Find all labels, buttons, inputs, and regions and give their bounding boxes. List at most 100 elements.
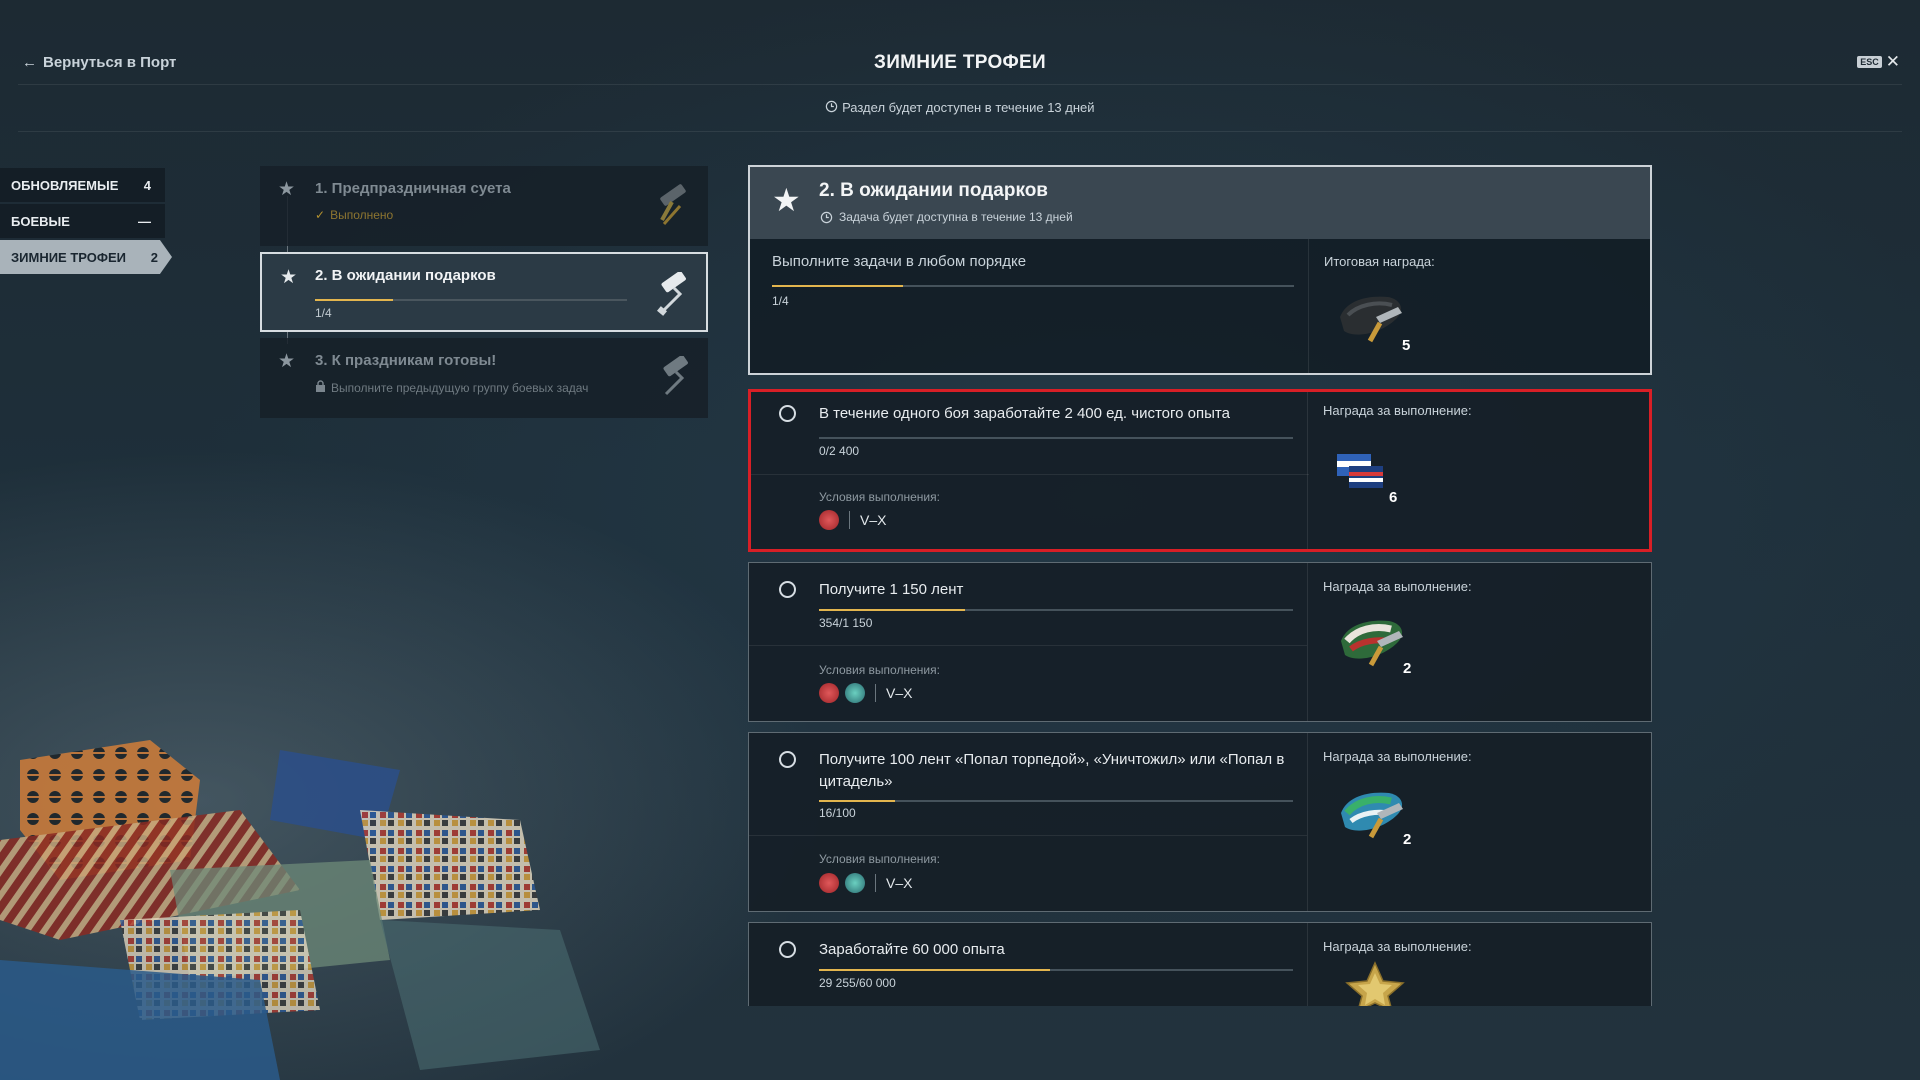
- divider: [1307, 733, 1308, 911]
- quest-detail-panel: ★ 2. В ожидании подарков Задача будет до…: [748, 165, 1652, 1006]
- star-icon: ★: [278, 351, 296, 372]
- sidebar-item-combat[interactable]: БОЕВЫЕ —: [0, 204, 165, 238]
- final-reward-count: 5: [1402, 337, 1411, 354]
- availability-text: Раздел будет доступен в течение 13 дней: [842, 100, 1095, 116]
- category-sidebar: ОБНОВЛЯЕМЫЕ 4 БОЕВЫЕ — ЗИМНИЕ ТРОФЕИ 2: [0, 168, 172, 276]
- star-icon: ★: [280, 267, 298, 288]
- task-progress-count: 0/2 400: [819, 444, 860, 458]
- nation-flag-icon: [845, 683, 865, 703]
- task-reward-count: 6: [1389, 489, 1398, 506]
- section-availability: Раздел будет доступен в течение 13 дней: [0, 99, 1920, 116]
- divider: [18, 131, 1902, 132]
- nation-flag-icon: [845, 873, 865, 893]
- sidebar-item-winter-trophies[interactable]: ЗИМНИЕ ТРОФЕИ 2: [0, 240, 172, 274]
- star-icon: ★: [772, 182, 801, 218]
- paint-roller-icon: [657, 272, 686, 316]
- task-reward-count: 2: [1403, 831, 1412, 848]
- task-progress-fill: [819, 800, 895, 802]
- task-progress-bar: [819, 609, 1293, 611]
- quest-status-text: Выполните предыдущую группу боевых задач: [331, 380, 589, 395]
- esc-key-badge: ESC: [1857, 55, 1882, 68]
- quest-status: ✓ Выполнено: [315, 208, 393, 222]
- gift-boxes-illustration: [0, 740, 600, 1080]
- final-reward-label: Итоговая награда:: [1324, 254, 1435, 269]
- task-progress-count: 29 255/60 000: [819, 976, 896, 990]
- paint-roller-icon: [663, 356, 688, 396]
- task-reward-count: 2: [1403, 660, 1412, 677]
- lock-icon: [315, 380, 326, 395]
- sidebar-item-updatable[interactable]: ОБНОВЛЯЕМЫЕ 4: [0, 168, 165, 202]
- sidebar-item-count: —: [138, 213, 151, 229]
- task-reward-label: Награда за выполнение:: [1323, 749, 1472, 764]
- task-radio[interactable]: [779, 581, 796, 598]
- clock-icon: [825, 100, 842, 116]
- task-reward-label: Награда за выполнение:: [1323, 403, 1472, 418]
- task-progress-fill: [819, 609, 965, 611]
- sidebar-item-count: 4: [143, 177, 151, 193]
- divider: [875, 874, 876, 892]
- signal-flag-reward-icon[interactable]: [1335, 450, 1395, 498]
- quest-detail-header: ★ 2. В ожидании подарков Задача будет до…: [748, 165, 1652, 375]
- task-card-3[interactable]: Получите 100 лент «Попал торпедой», «Уни…: [748, 732, 1652, 912]
- detail-availability: Задача будет доступна в течение 13 дней: [820, 210, 1073, 224]
- tier-range: V–X: [860, 512, 887, 528]
- divider: [1308, 239, 1309, 373]
- task-card-4[interactable]: Заработайте 60 000 опыта 29 255/60 000 Н…: [748, 922, 1652, 1006]
- task-card-2[interactable]: Получите 1 150 лент 354/1 150 Условия вы…: [748, 562, 1652, 722]
- task-radio[interactable]: [779, 405, 796, 422]
- detail-title: 2. В ожидании подарков: [819, 180, 1048, 201]
- close-icon: ✕: [1885, 52, 1900, 71]
- quest-card-1[interactable]: ★ 1. Предпраздничная суета ✓ Выполнено: [260, 166, 708, 246]
- sidebar-item-label: БОЕВЫЕ: [11, 213, 70, 229]
- tier-range: V–X: [886, 875, 913, 891]
- detail-progress-fill: [772, 285, 903, 287]
- quest-progress-fill: [315, 299, 393, 301]
- task-progress-bar: [819, 800, 1293, 802]
- detail-progress-count: 1/4: [772, 294, 789, 308]
- quest-progress-bar: [315, 299, 627, 301]
- divider: [749, 835, 1307, 836]
- quest-title: 2. В ожидании подарков: [315, 267, 496, 284]
- divider: [1307, 923, 1308, 1006]
- close-button[interactable]: ESC ✕: [1857, 53, 1900, 70]
- divider: [1307, 563, 1308, 721]
- quest-status-text: Выполнено: [330, 208, 394, 222]
- camouflage-reward-icon[interactable]: [1336, 287, 1412, 347]
- task-radio[interactable]: [779, 751, 796, 768]
- quest-title: 3. К праздникам готовы!: [315, 352, 497, 369]
- task-reward-label: Награда за выполнение:: [1323, 579, 1472, 594]
- conditions-label: Условия выполнения:: [819, 852, 940, 866]
- detail-instruction: Выполните задачи в любом порядке: [772, 253, 1027, 270]
- clock-icon: [820, 211, 833, 223]
- divider: [849, 511, 850, 529]
- divider: [875, 684, 876, 702]
- task-title: Заработайте 60 000 опыта: [819, 941, 1005, 958]
- header-band: [750, 167, 1650, 239]
- task-progress-fill: [819, 969, 1051, 971]
- star-icon: ★: [278, 179, 296, 200]
- task-conditions: V–X: [819, 510, 886, 530]
- divider: [18, 84, 1902, 85]
- camouflage-reward-icon[interactable]: [1337, 611, 1413, 671]
- task-reward-label: Награда за выполнение:: [1323, 939, 1472, 954]
- quest-progress-count: 1/4: [315, 306, 332, 320]
- divider: [749, 645, 1307, 646]
- divider: [1307, 392, 1308, 549]
- quest-card-3[interactable]: ★ 3. К праздникам готовы! Выполните пред…: [260, 338, 708, 418]
- task-radio[interactable]: [779, 941, 796, 958]
- star-medal-reward-icon[interactable]: [1337, 961, 1413, 1006]
- task-conditions: V–X: [819, 873, 912, 893]
- quest-status: Выполните предыдущую группу боевых задач: [315, 380, 588, 395]
- conditions-label: Условия выполнения:: [819, 663, 940, 677]
- task-title: В течение одного боя заработайте 2 400 е…: [819, 405, 1230, 422]
- sidebar-item-count: 2: [150, 249, 158, 265]
- task-title: Получите 100 лент «Попал торпедой», «Уни…: [819, 751, 1285, 790]
- camouflage-reward-icon[interactable]: [1337, 783, 1413, 843]
- paint-roller-icon: [660, 184, 686, 225]
- task-progress-count: 354/1 150: [819, 616, 873, 630]
- detail-progress-bar: [772, 285, 1294, 287]
- task-progress-bar: [819, 969, 1293, 971]
- nation-flag-icon: [819, 510, 839, 530]
- quest-card-2[interactable]: ★ 2. В ожидании подарков 1/4: [260, 252, 708, 332]
- task-card-1[interactable]: В течение одного боя заработайте 2 400 е…: [748, 389, 1652, 552]
